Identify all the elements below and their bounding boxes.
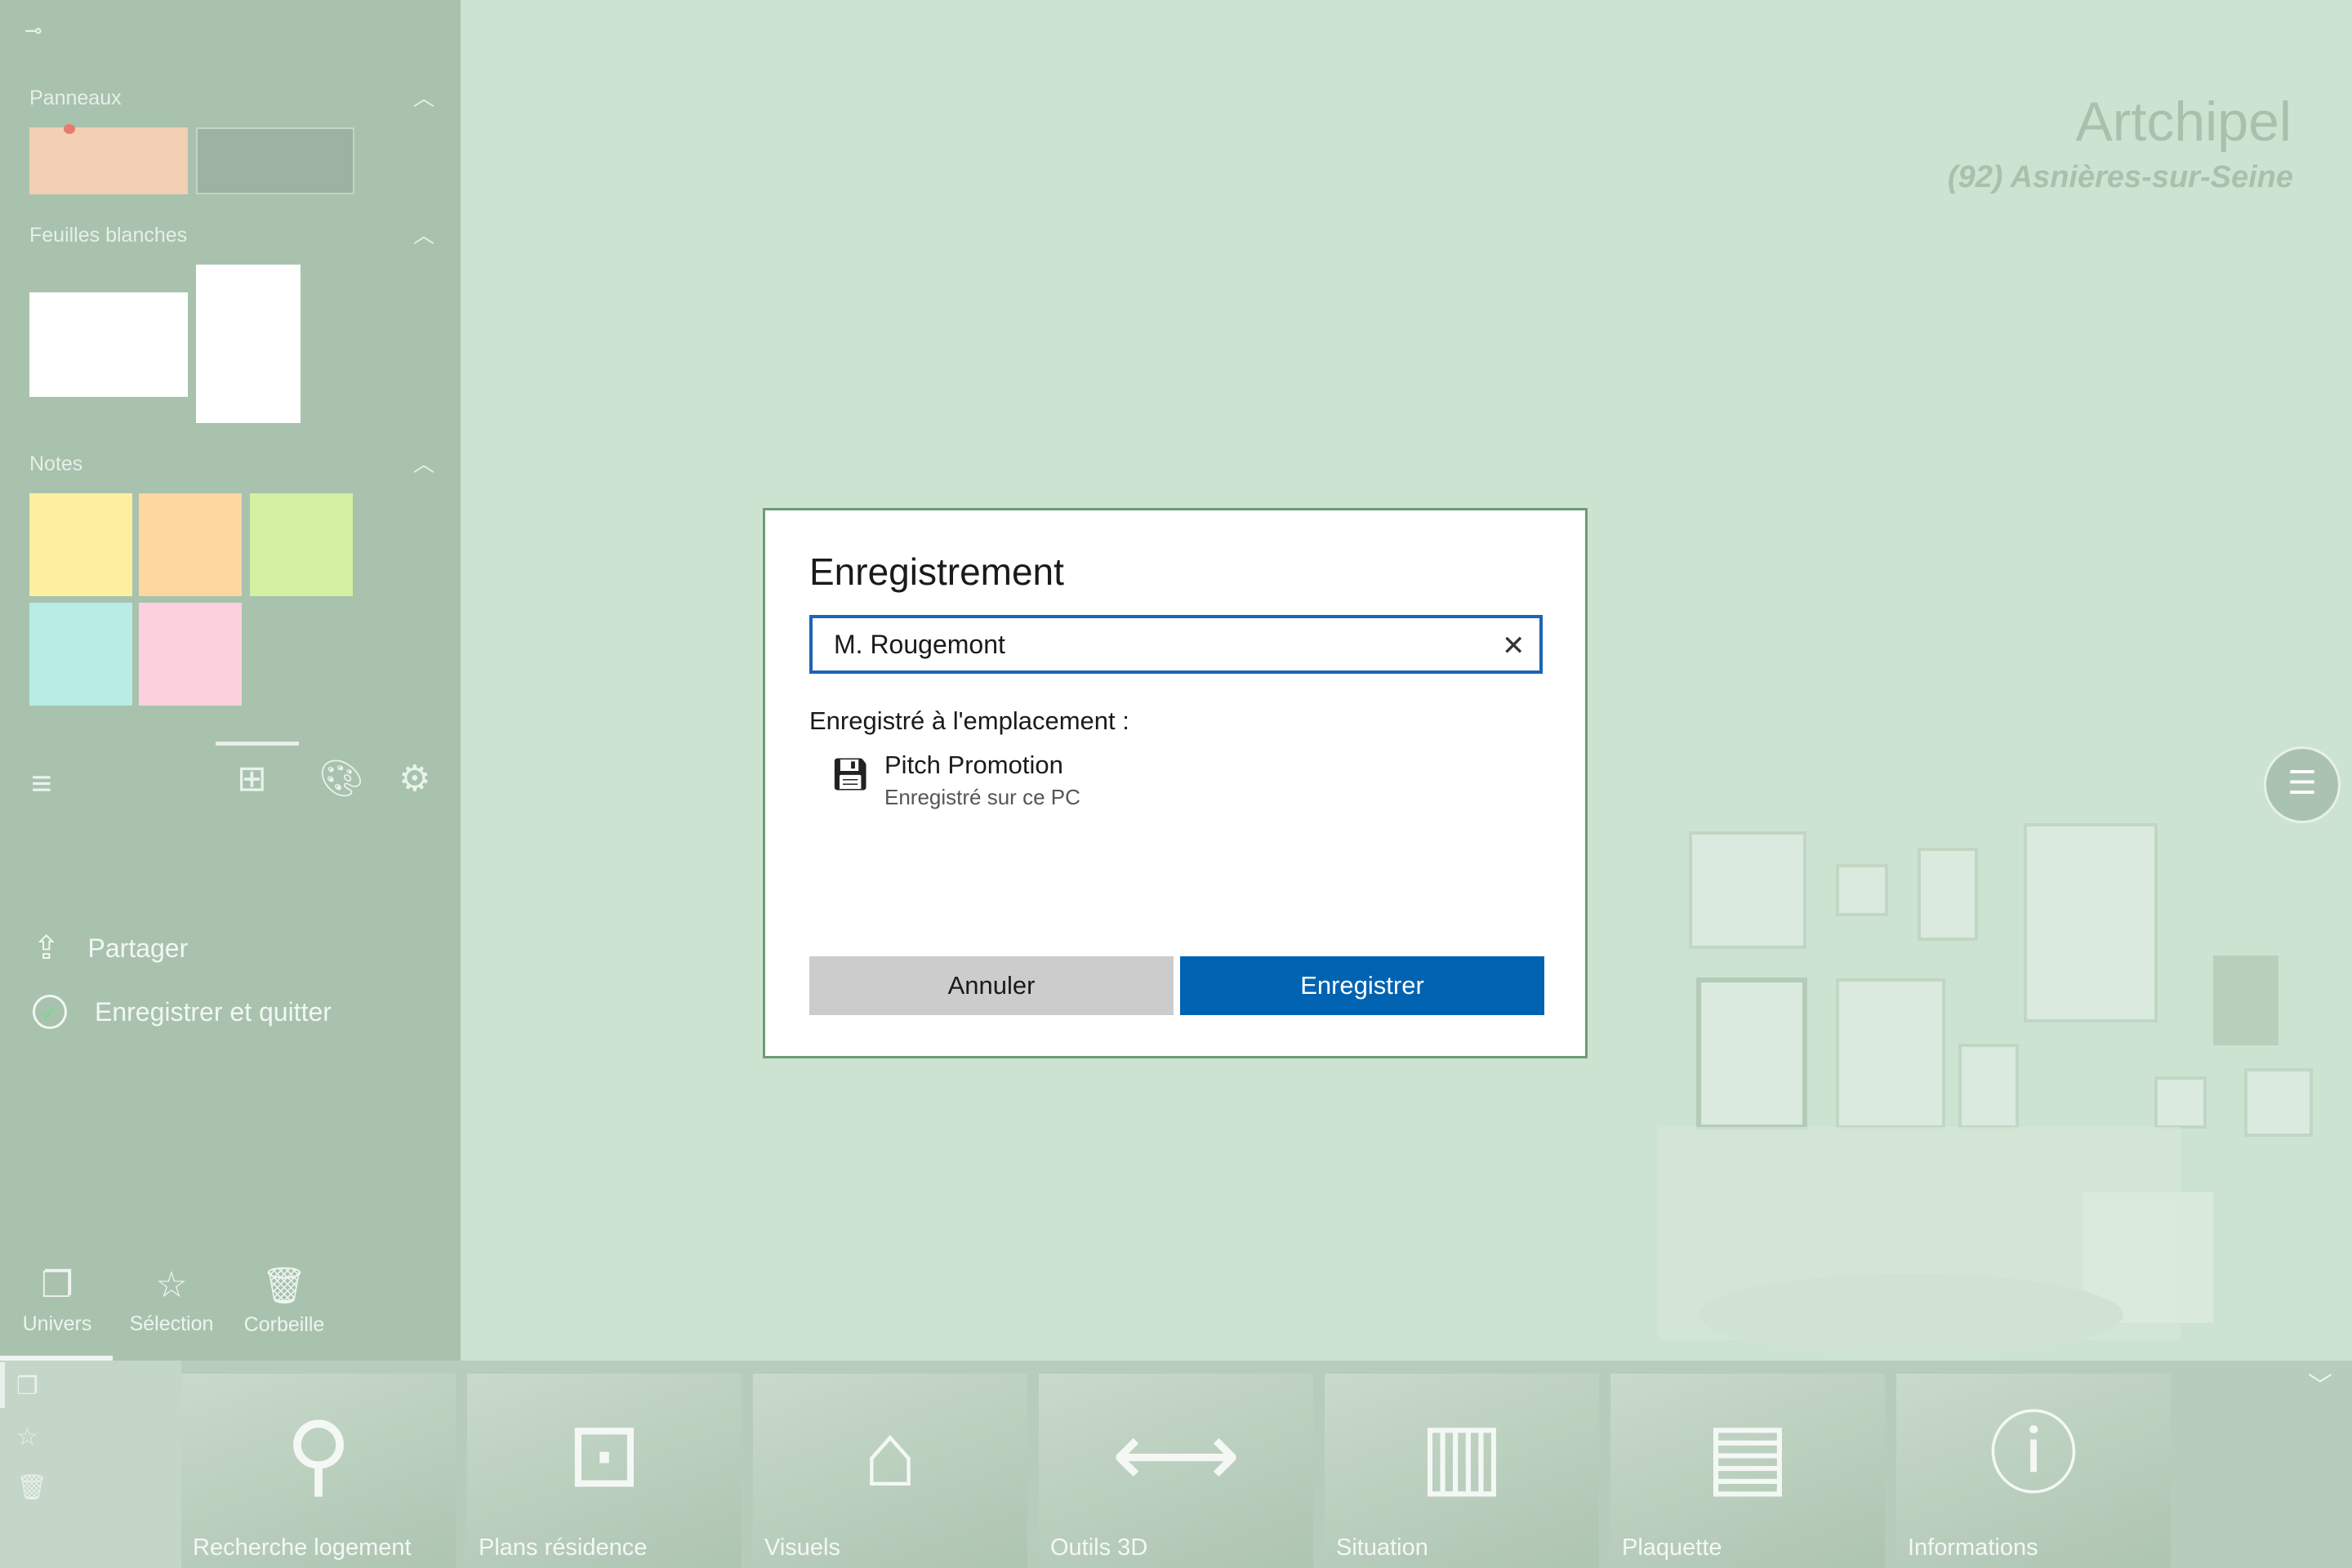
trash-icon[interactable]: 🗑︎: [16, 1473, 47, 1502]
trash-icon: 🗑︎: [261, 1266, 307, 1306]
location-name: Pitch Promotion: [884, 751, 1063, 779]
section-title-feuilles-blanches: Feuilles blanches: [29, 224, 188, 247]
panel-tile[interactable]: [196, 127, 354, 194]
note-orange[interactable]: [139, 493, 242, 596]
save-and-quit-label: Enregistrer et quitter: [95, 996, 332, 1027]
star-list-icon: ☆: [155, 1265, 188, 1305]
note-green[interactable]: [250, 493, 353, 596]
chevron-up-icon[interactable]: ︿: [413, 219, 434, 249]
cancel-button[interactable]: Annuler: [809, 956, 1174, 1015]
tile-label: Plans résidence: [479, 1535, 648, 1561]
check-circle-icon: ✓: [33, 995, 67, 1029]
tile-label: Recherche logement: [193, 1535, 412, 1561]
info-icon: ⓘ: [1989, 1405, 2078, 1505]
menu-icon[interactable]: ≡: [31, 766, 52, 802]
note-pink[interactable]: [139, 603, 242, 706]
nav-univers-label: Univers: [22, 1312, 92, 1335]
layout-icon[interactable]: ⊞: [237, 761, 267, 797]
blank-sheet-landscape[interactable]: [29, 292, 188, 397]
tile-situation[interactable]: ▥ Situation: [1325, 1374, 1599, 1568]
nav-univers[interactable]: ❐ Univers: [0, 1264, 114, 1336]
note-yellow[interactable]: [29, 493, 132, 596]
location-sub: Enregistré sur ce PC: [884, 785, 1080, 809]
tile-plaquette[interactable]: ▤ Plaquette: [1610, 1374, 1885, 1568]
name-input[interactable]: [809, 615, 1543, 674]
clear-icon[interactable]: ✕: [1502, 630, 1526, 662]
blank-sheet-portrait[interactable]: [196, 265, 301, 423]
location-label: Enregistré à l'emplacement :: [809, 706, 1129, 735]
gear-icon[interactable]: ⚙: [399, 761, 430, 797]
chevron-up-icon[interactable]: ︿: [413, 448, 434, 478]
panorama-icon: ⟷: [1111, 1405, 1241, 1505]
tile-label: Plaquette: [1622, 1535, 1722, 1561]
tile-outils-3d[interactable]: ⟷ Outils 3D: [1039, 1374, 1313, 1568]
save-disk-icon: 💾︎: [831, 758, 871, 792]
brand-title: Artchipel: [2075, 91, 2292, 153]
pin-icon[interactable]: ⊸: [24, 18, 42, 43]
palette-icon[interactable]: 🎨︎: [318, 761, 364, 797]
section-title-notes: Notes: [29, 452, 83, 475]
map-icon: ▥: [1419, 1405, 1504, 1505]
section-title-panneaux: Panneaux: [29, 87, 122, 109]
panel-pin-dot: [64, 124, 75, 134]
tile-informations[interactable]: ⓘ Informations: [1896, 1374, 2171, 1568]
share-action[interactable]: ⇪ Partager: [33, 929, 188, 967]
tile-label: Situation: [1336, 1535, 1428, 1561]
save-and-quit-action[interactable]: ✓ Enregistrer et quitter: [33, 995, 332, 1029]
nav-corbeille[interactable]: 🗑︎ Corbeille: [227, 1264, 341, 1337]
tile-label: Informations: [1908, 1535, 2038, 1561]
share-icon: ⇪: [33, 930, 60, 966]
magnifier-icon: ⚲: [285, 1405, 352, 1505]
brochure-icon: ▤: [1705, 1405, 1790, 1505]
bottom-tiles: ⚲ Recherche logement ⊡ Plans résidence ⌂…: [181, 1374, 2171, 1568]
floorplan-icon: ⊡: [566, 1405, 643, 1505]
star-list-icon[interactable]: ☆: [16, 1423, 38, 1451]
hamburger-menu-button[interactable]: ☰: [2264, 746, 2341, 823]
background-wall-art: [1658, 823, 2313, 1356]
rail-active-indicator: [0, 1362, 5, 1408]
chevron-down-icon[interactable]: ﹀: [2308, 1365, 2332, 1401]
nav-selection-label: Sélection: [129, 1312, 214, 1335]
nav-corbeille-label: Corbeille: [243, 1313, 325, 1336]
toolbar-active-indicator: [216, 742, 299, 746]
layers-icon[interactable]: ❐: [16, 1372, 38, 1401]
sidebar: ⊸ Panneaux ︿ Feuilles blanches ︿ Notes ︿…: [0, 0, 461, 1361]
tile-recherche-logement[interactable]: ⚲ Recherche logement: [181, 1374, 456, 1568]
tile-label: Visuels: [764, 1535, 840, 1561]
save-button[interactable]: Enregistrer: [1180, 956, 1544, 1015]
house-icon: ⌂: [862, 1405, 918, 1505]
tile-visuels[interactable]: ⌂ Visuels: [753, 1374, 1027, 1568]
panel-tile[interactable]: [29, 127, 188, 194]
save-dialog: Enregistrement ✕ Enregistré à l'emplacem…: [763, 508, 1588, 1058]
tile-label: Outils 3D: [1050, 1535, 1148, 1561]
nav-selection[interactable]: ☆ Sélection: [114, 1264, 229, 1336]
share-label: Partager: [87, 933, 189, 963]
chevron-up-icon[interactable]: ︿: [413, 82, 434, 112]
note-cyan[interactable]: [29, 603, 132, 706]
brand-city: (92) Asnières-sur-Seine: [1947, 160, 2293, 194]
dialog-title: Enregistrement: [809, 550, 1064, 593]
tile-plans-residence[interactable]: ⊡ Plans résidence: [467, 1374, 742, 1568]
layers-icon: ❐: [41, 1265, 74, 1305]
